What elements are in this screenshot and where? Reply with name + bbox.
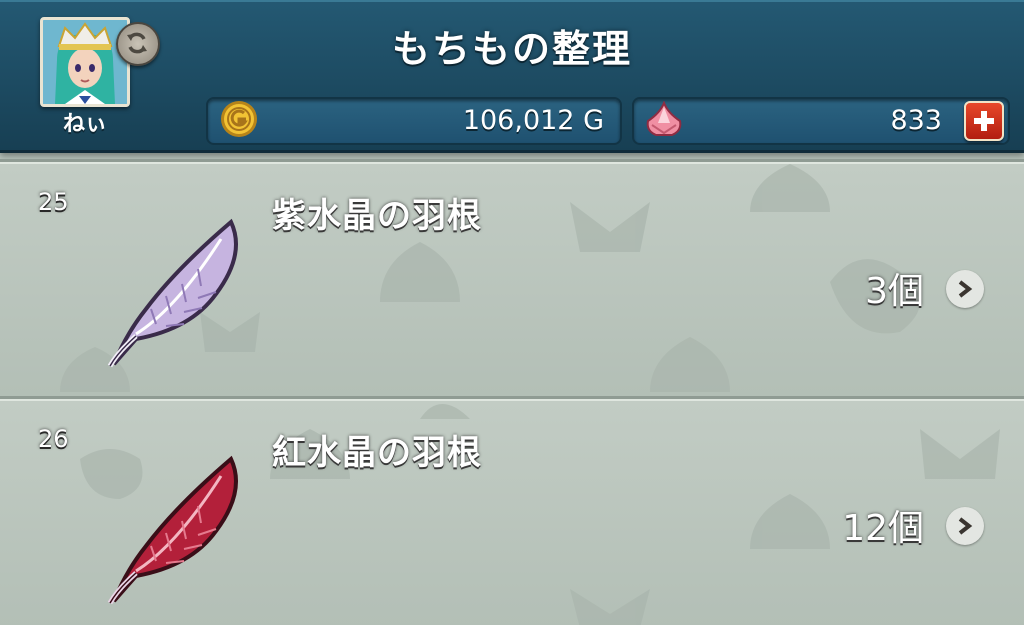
list-item[interactable]: 26 紅水晶の羽根 12個: [0, 396, 1024, 625]
list-item[interactable]: 25 紫水晶の羽根 3個: [0, 159, 1024, 396]
gem-amount: 833: [890, 105, 942, 136]
item-count: 12個: [842, 508, 924, 549]
item-count: 3個: [865, 271, 924, 312]
item-list: 25 紫水晶の羽根 3個 26 紅水晶の羽根 12個: [0, 153, 1024, 625]
purple-feather-icon: [107, 218, 238, 368]
item-detail-button[interactable]: [946, 270, 984, 308]
chevron-right-icon: [958, 517, 973, 535]
gem-display: 833: [632, 97, 1010, 145]
item-detail-button[interactable]: [946, 507, 984, 545]
gold-display: 106,012 G: [206, 97, 622, 145]
item-name: 紫水晶の羽根: [272, 196, 482, 236]
gold-coin-icon: [221, 101, 257, 137]
gold-amount: 106,012 G: [462, 105, 604, 136]
add-gems-button[interactable]: [964, 101, 1004, 141]
player-avatar[interactable]: [40, 17, 130, 107]
refresh-icon: [127, 32, 147, 54]
gem-icon: [646, 101, 682, 136]
item-name: 紅水晶の羽根: [272, 433, 482, 473]
item-number: 26: [38, 425, 69, 453]
refresh-button[interactable]: [116, 22, 160, 66]
red-feather-icon: [107, 455, 238, 605]
chevron-right-icon: [958, 280, 973, 298]
avatar-portrait-icon: [43, 20, 127, 104]
player-name: ねぃ: [62, 112, 107, 137]
item-number: 25: [38, 188, 69, 216]
header-bar: もちもの整理 ねぃ 106,012 G 833: [0, 0, 1024, 153]
